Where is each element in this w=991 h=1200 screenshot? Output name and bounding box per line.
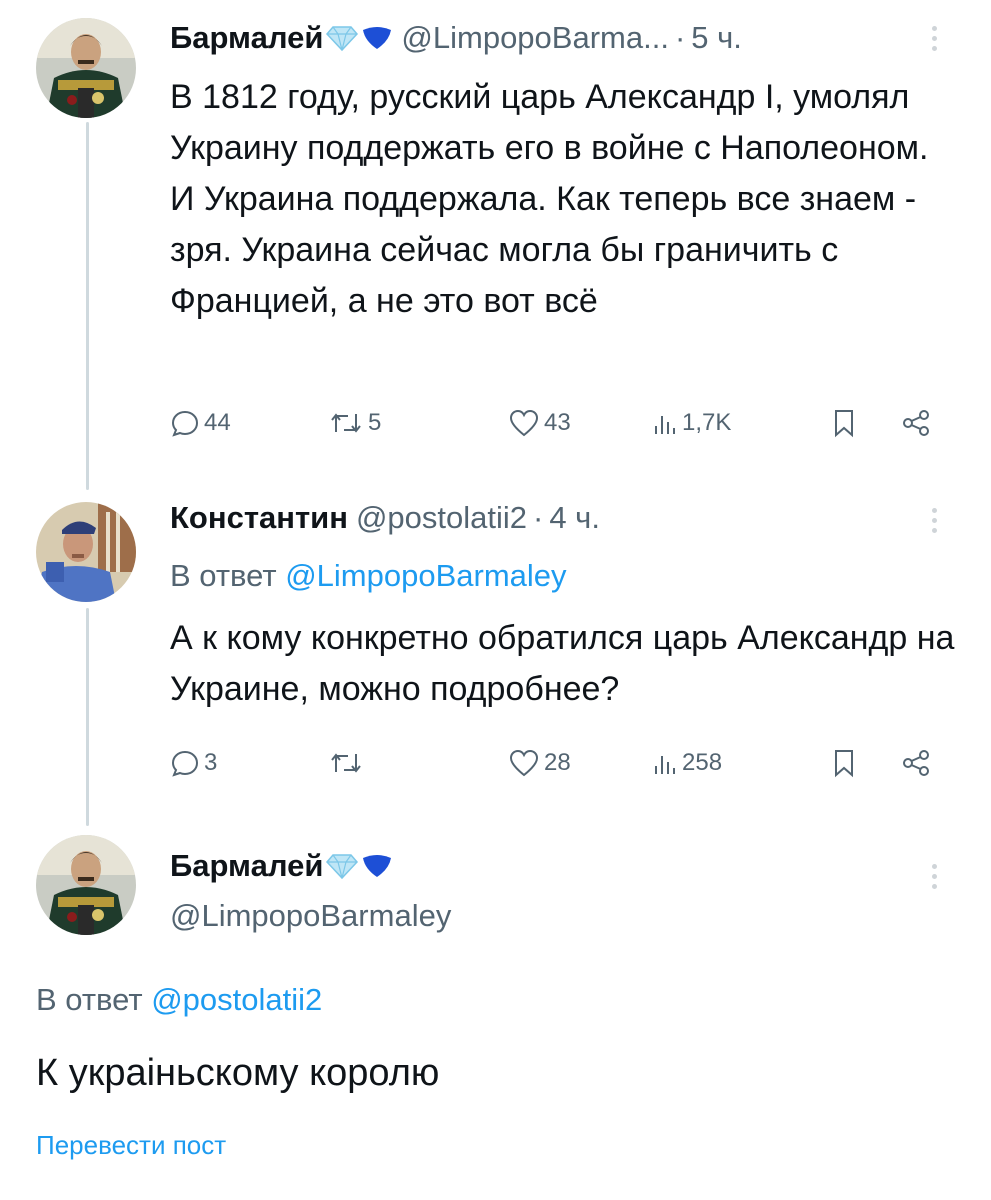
reply-mention-link[interactable]: @postolatii2 [151,982,322,1017]
retweet-icon [331,413,361,433]
like-button[interactable]: 43 [508,408,571,438]
reply-context: В ответ @LimpopoBarmaley [170,558,567,594]
avatar[interactable] [36,835,136,935]
bookmark-icon [835,410,853,438]
reply-count: 3 [204,749,218,776]
views-icon [655,756,675,774]
timestamp[interactable]: 4 ч. [549,500,600,536]
blue-heart-icon [361,25,393,51]
avatar[interactable] [36,502,136,602]
reply-prefix: В ответ [170,558,277,593]
views-count: 258 [682,749,723,776]
bookmark-icon [835,750,853,778]
thread-line [86,122,89,490]
share-button[interactable] [900,748,932,778]
author-handle[interactable]: @LimpopoBarmaley [170,898,451,934]
share-button[interactable] [900,408,932,438]
retweet-icon [331,753,361,773]
retweet-button[interactable]: 5 [328,408,381,438]
diamond-icon [325,24,359,52]
like-button[interactable]: 28 [508,748,571,778]
reply-count: 44 [204,409,231,436]
more-options-icon[interactable] [930,26,938,56]
avatar-image-icon [36,835,136,935]
bookmark-button[interactable] [832,408,856,438]
author-handle[interactable]: @postolatii2 [356,500,527,536]
reply-mention-link[interactable]: @LimpopoBarmaley [285,558,566,593]
retweet-button[interactable] [328,748,368,778]
reply-context: В ответ @postolatii2 [36,982,322,1018]
author-name[interactable]: Бармалей [170,848,323,884]
author-name[interactable]: Бармалей [170,20,323,56]
reply-button[interactable]: 3 [170,748,217,778]
more-options-icon[interactable] [930,508,938,538]
more-options-icon[interactable] [930,864,938,894]
share-icon [903,410,929,436]
tweet-header: Бармалей [170,848,393,884]
like-count: 43 [544,409,571,436]
reply-icon [171,410,199,437]
avatar[interactable] [36,18,136,118]
bookmark-button[interactable] [832,748,856,778]
reply-prefix: В ответ [36,982,143,1017]
reply-icon [171,750,199,777]
views-icon [655,416,675,434]
tweet-header: Константин @postolatii2 · 4 ч. [170,500,600,536]
views-count: 1,7K [682,409,732,436]
reply-button[interactable]: 44 [170,408,231,438]
tweet-subheader: @LimpopoBarmaley [170,898,451,934]
translate-post-link[interactable]: Перевести пост [36,1130,226,1161]
separator-dot: · [533,500,544,535]
views-button[interactable]: 258 [652,748,722,778]
tweet-text: К украiньскому королю [36,1052,440,1094]
separator-dot: · [674,20,686,55]
heart-icon [509,749,539,777]
like-count: 28 [544,749,571,776]
tweet-actions: 44 5 43 1,7K [170,408,940,448]
author-name[interactable]: Константин [170,500,348,536]
diamond-icon [325,852,359,880]
tweet-text: В 1812 году, русский царь Александр I, у… [170,78,929,320]
retweet-count: 5 [368,409,382,436]
share-icon [903,750,929,776]
blue-heart-icon [361,853,393,879]
thread-line [86,608,89,826]
avatar-image-icon [36,18,136,118]
tweet-actions: 3 28 258 [170,748,940,788]
tweet-text: А к кому конкретно обратился царь Алекса… [170,619,955,708]
tweet-header: Бармалей @LimpopoBarma... · 5 ч. [170,20,742,56]
timestamp[interactable]: 5 ч. [691,20,742,56]
author-handle[interactable]: @LimpopoBarma... [401,20,669,56]
avatar-image-icon [36,502,136,602]
heart-icon [509,409,539,437]
views-button[interactable]: 1,7K [652,408,731,438]
